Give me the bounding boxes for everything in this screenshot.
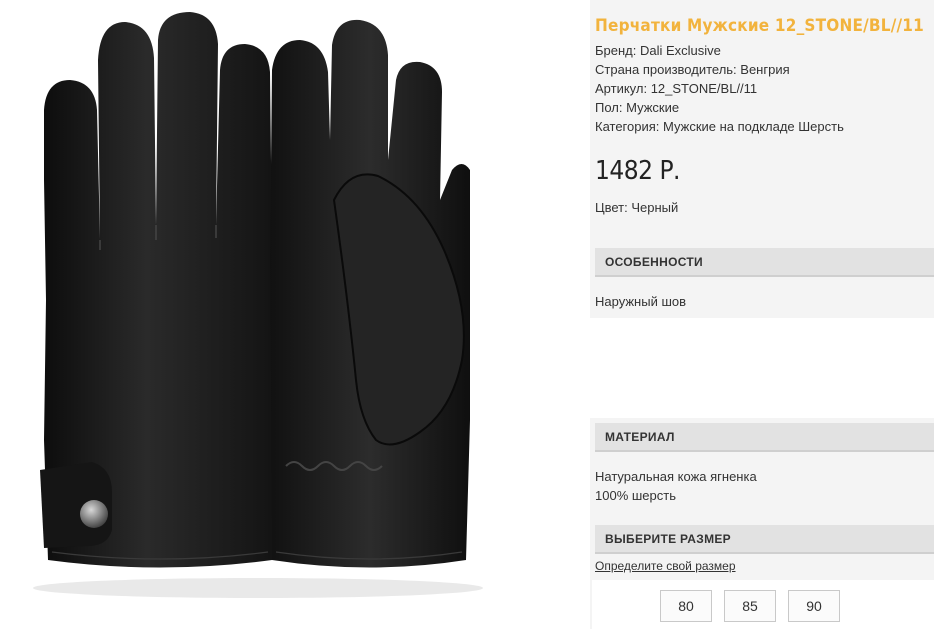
- features-spacer: [588, 318, 934, 418]
- material-text: Натуральная кожа ягненка 100% шерсть: [595, 467, 757, 505]
- features-text: Наружный шов: [595, 294, 687, 309]
- product-properties: Бренд: Dali Exclusive Страна производите…: [595, 41, 844, 136]
- size-header: ВЫБЕРИТЕ РАЗМЕР: [595, 525, 934, 554]
- gloves-image: [33, 12, 483, 598]
- material-line: 100% шерсть: [595, 488, 676, 503]
- product-title: Перчатки Мужские 12_STONE/BL//11: [595, 16, 924, 36]
- product-image[interactable]: [0, 0, 590, 629]
- glove-front: [270, 19, 470, 568]
- material-header: МАТЕРИАЛ: [595, 423, 934, 452]
- property-article: Артикул: 12_STONE/BL//11: [595, 81, 758, 96]
- property-category: Категория: Мужские на подкладе Шерсть: [595, 119, 844, 134]
- product-info: Перчатки Мужские 12_STONE/BL//11 Бренд: …: [588, 0, 934, 629]
- size-guide-link[interactable]: Определите свой размер: [595, 559, 736, 573]
- property-country: Страна производитель: Венгрия: [595, 62, 790, 77]
- product-color: Цвет: Черный: [595, 200, 679, 215]
- product-price: 1482 Р.: [595, 156, 680, 186]
- snap-button-icon: [80, 500, 108, 528]
- size-button-80[interactable]: 80: [660, 590, 712, 622]
- property-brand: Бренд: Dali Exclusive: [595, 43, 721, 58]
- property-gender: Пол: Мужские: [595, 100, 680, 115]
- material-line: Натуральная кожа ягненка: [595, 469, 757, 484]
- glove-back: [40, 12, 272, 568]
- size-button-85[interactable]: 85: [724, 590, 776, 622]
- size-button-90[interactable]: 90: [788, 590, 840, 622]
- features-header: ОСОБЕННОСТИ: [595, 248, 934, 277]
